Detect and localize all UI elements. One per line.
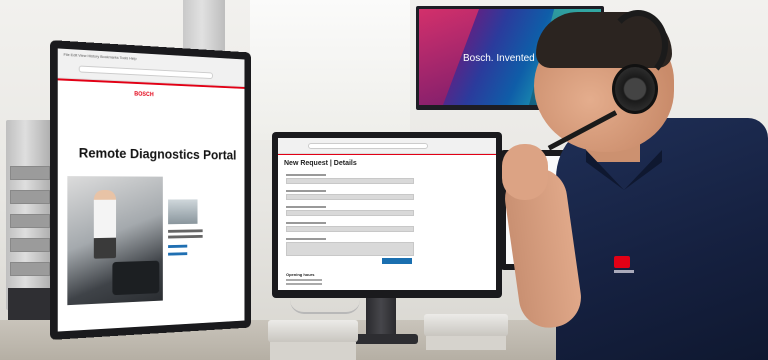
field-label [286, 222, 326, 224]
hours-line [286, 283, 322, 285]
rack-drive-bay [10, 166, 50, 180]
window-light [250, 0, 410, 140]
field-label [286, 238, 326, 240]
side-photo [168, 199, 198, 225]
submit-button [382, 258, 412, 264]
rack-drive-bay [10, 262, 50, 276]
browser-menu: File Edit View History Bookmarks Tools H… [63, 51, 137, 61]
form-field [286, 210, 414, 216]
left-monitor-screen: File Edit View History Bookmarks Tools H… [57, 48, 245, 332]
middle-monitor-screen: New Request | Details Opening hours [278, 138, 496, 290]
left-monitor: File Edit View History Bookmarks Tools H… [50, 40, 251, 340]
hours-line [286, 279, 322, 281]
vehicle-dashboard [112, 260, 160, 296]
desk-device [424, 314, 508, 336]
person-hand [502, 144, 548, 200]
field-label [286, 174, 326, 176]
form-field [286, 178, 414, 184]
field-label [286, 206, 326, 208]
portal-title: Remote Diagnostics Portal [78, 144, 237, 163]
desk-device-base [270, 342, 356, 360]
form-title: New Request | Details [284, 160, 357, 167]
form-field [286, 194, 414, 200]
middle-monitor: New Request | Details Opening hours [272, 132, 502, 298]
address-bar [308, 143, 428, 149]
brand-stripe [278, 154, 496, 155]
address-bar [78, 65, 213, 80]
field-label [286, 190, 326, 192]
headset-icon [612, 64, 658, 114]
server-rack [6, 120, 54, 310]
technician-figure [93, 190, 117, 259]
side-text-line [168, 234, 203, 239]
side-text-line [168, 229, 203, 233]
monitor-stand [366, 298, 396, 338]
side-link [168, 244, 188, 249]
rack-drive-bay [10, 190, 50, 204]
side-link [168, 252, 188, 256]
rack-drive-bay [10, 238, 50, 252]
hero-photo [67, 176, 163, 306]
form-field [286, 226, 414, 232]
desk-device [268, 320, 358, 342]
desk-device-base [426, 336, 506, 350]
form-textarea [286, 242, 414, 256]
opening-hours-title: Opening hours [286, 272, 315, 277]
bosch-logo: BOSCH [134, 91, 154, 99]
shirt-logo [614, 256, 630, 268]
shirt-logo-text [614, 270, 634, 273]
rack-drive-bay [10, 214, 50, 228]
cable [290, 300, 360, 314]
browser-toolbar [278, 138, 496, 154]
